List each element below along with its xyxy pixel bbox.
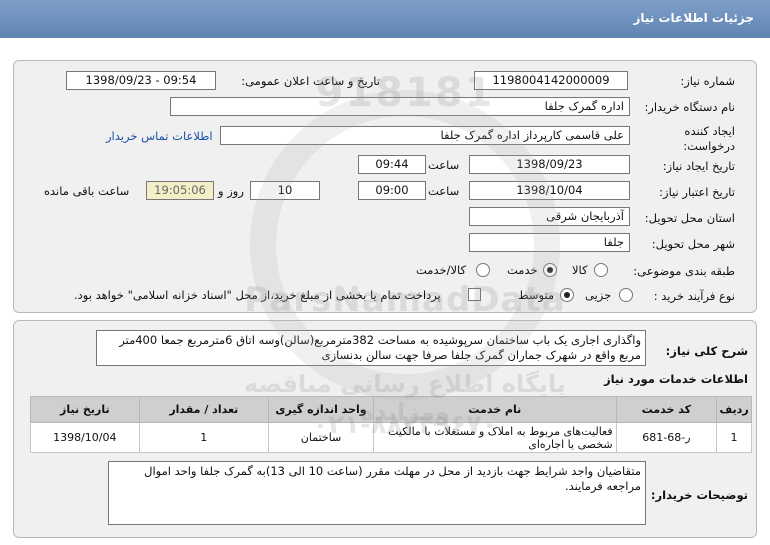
services-title: اطلاعات خدمات مورد نیاز [604,372,748,386]
need-number-label: شماره نیاز: [680,74,735,88]
unit-cell: ساختمان [267,422,375,453]
announce-date-field[interactable]: 1398/09/23 - 09:54 [66,71,216,90]
category-option-goods-service: کالا/خدمت [416,263,467,277]
days-label: روز و [218,184,244,198]
services-table-header: ردیف کد خدمت نام خدمت واحد اندازه گیری ت… [30,396,752,423]
validity-date-field[interactable]: 1398/10/04 [469,181,630,200]
row-number-cell: 1 [716,422,752,453]
create-time-label: ساعت [428,158,460,172]
col-service-header: نام خدمت [373,396,617,423]
col-code-header: کد خدمت [615,396,718,423]
category-option-goods: کالا [572,263,588,277]
validity-time-field[interactable]: 09:00 [358,181,426,200]
category-radio-goods[interactable] [594,263,608,277]
create-date-label: تاریخ ایجاد نیاز: [662,159,735,173]
remaining-time-field: 19:05:06 [146,181,214,200]
treasury-payment-note: پرداخت تمام یا بخشی از مبلغ خرید،از محل … [74,288,441,302]
col-row-header: ردیف [716,396,752,423]
summary-field[interactable]: واگذاری اجاری یک باب ساختمان سرپوشیده به… [96,330,646,366]
summary-label: شرح کلی نیاز: [665,344,748,358]
buyer-org-field[interactable]: اداره گمرک جلفا [170,97,630,116]
creator-field[interactable]: علی قاسمی کارپرداز اداره گمرک جلفا [220,126,630,145]
validity-time-label: ساعت [428,184,460,198]
treasury-payment-checkbox[interactable] [468,288,481,301]
col-quantity-header: تعداد / مقدار [138,396,269,423]
quantity-cell: 1 [138,422,269,453]
process-label: نوع فرآیند خرید : [653,289,735,303]
header-bar: جزئیات اطلاعات نیاز [0,0,770,38]
need-number-field[interactable]: 1198004142000009 [474,71,628,90]
process-radio-minor[interactable] [619,288,633,302]
creator-label: ایجاد کننده درخواست: [683,124,735,153]
category-label: طبقه بندی موضوعی: [633,264,735,278]
table-row[interactable]: 1 ر-68-681 فعالیت‌های مربوط به املاک و م… [30,422,752,453]
category-radio-goods-service[interactable] [476,263,490,277]
buyer-org-label: نام دستگاه خریدار: [644,100,735,114]
col-unit-header: واحد اندازه گیری [267,396,375,423]
process-option-medium: متوسط [518,288,555,302]
buyer-notes-label: توضیحات خریدار: [650,488,748,502]
remaining-days-field[interactable]: 10 [250,181,320,200]
buyer-contact-link[interactable]: اطلاعات تماس خریدار [106,129,213,143]
city-label: شهر محل تحویل: [651,237,735,251]
category-option-service: خدمت [507,263,538,277]
category-radio-service[interactable] [543,263,557,277]
col-date-header: تاریخ نیاز [30,396,140,423]
service-name-cell: فعالیت‌های مربوط به املاک و مستغلات با م… [373,422,617,453]
buyer-notes-field[interactable]: متقاضیان واجد شرایط جهت بازدید از محل در… [108,461,646,525]
service-code-cell: ر-68-681 [615,422,718,453]
need-date-cell: 1398/10/04 [30,422,140,453]
page-title: جزئیات اطلاعات نیاز [633,11,754,25]
city-field[interactable]: جلفا [469,233,630,252]
page: جزئیات اطلاعات نیاز شماره نیاز: 11980041… [0,0,770,545]
remaining-time-label: ساعت باقی مانده [44,184,130,198]
province-field[interactable]: آذربایجان شرقی [469,207,630,226]
validity-date-label: تاریخ اعتبار نیاز: [659,185,735,199]
create-date-field[interactable]: 1398/09/23 [469,155,630,174]
create-time-field[interactable]: 09:44 [358,155,426,174]
process-option-minor: جزیی [585,288,612,302]
announce-date-label: تاریخ و ساعت اعلان عمومی: [241,74,380,88]
services-table: ردیف کد خدمت نام خدمت واحد اندازه گیری ت… [30,396,752,453]
province-label: استان محل تحویل: [644,211,735,225]
process-radio-medium[interactable] [560,288,574,302]
